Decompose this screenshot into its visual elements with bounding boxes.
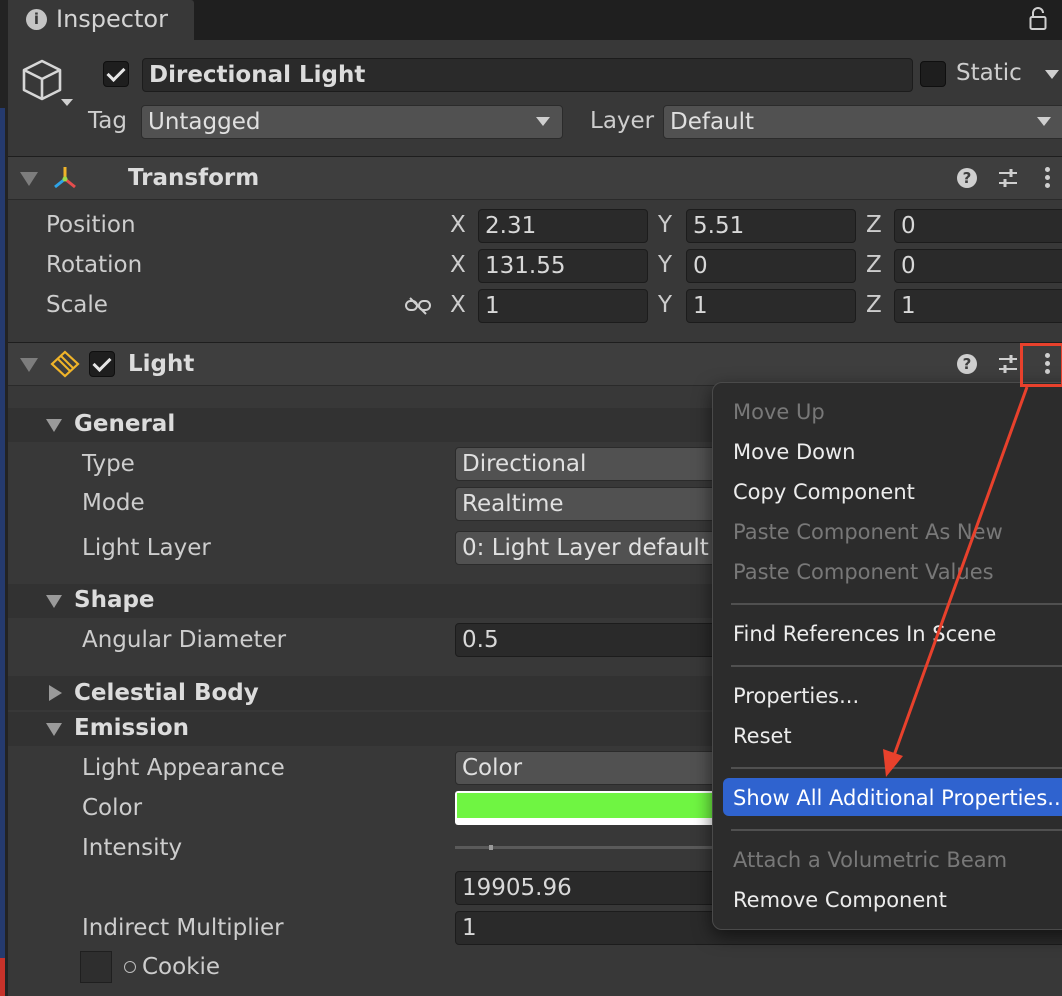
object-picker-icon[interactable] [124, 961, 136, 973]
rotation-x-field[interactable]: 131.55 [478, 249, 648, 283]
tag-value: Untagged [148, 109, 261, 135]
transform-presets-icon[interactable] [997, 166, 1019, 190]
intensity-slider-handle[interactable] [489, 845, 493, 850]
tag-dropdown[interactable]: Untagged [141, 105, 563, 139]
position-y-axis: Y [658, 212, 673, 238]
scale-label: Scale [46, 292, 108, 318]
annotation-arrow [883, 386, 1029, 777]
shape-foldout-arrow[interactable] [46, 595, 62, 608]
scale-y-field[interactable]: 1 [686, 289, 856, 323]
position-x-field[interactable]: 2.31 [478, 209, 648, 243]
intensity-label: Intensity [82, 835, 183, 861]
tag-dropdown-caret [536, 117, 550, 126]
transform-help-icon[interactable]: ? [957, 168, 977, 188]
scale-z-axis: Z [866, 292, 882, 318]
rotation-z-axis: Z [866, 252, 882, 278]
light-appearance-label: Light Appearance [82, 755, 285, 781]
annotation-highlight-box [1020, 343, 1062, 387]
static-dropdown-caret[interactable] [1045, 70, 1059, 79]
menu-remove-component[interactable]: Remove Component [733, 888, 947, 912]
transform-kebab-icon[interactable] [1045, 167, 1051, 191]
emission-title: Emission [74, 715, 189, 741]
position-label: Position [46, 212, 136, 238]
celestial-foldout-arrow[interactable] [49, 685, 62, 701]
static-label: Static [956, 60, 1022, 86]
menu-attach-volumetric-beam: Attach a Volumetric Beam [733, 848, 1008, 872]
constrain-proportions-icon[interactable] [404, 296, 432, 316]
gameobject-active-checkbox[interactable] [103, 61, 129, 87]
transform-foldout-arrow[interactable] [20, 172, 38, 186]
light-layer-label: Light Layer [82, 535, 211, 561]
transform-title: Transform [128, 165, 260, 191]
light-title: Light [128, 351, 195, 377]
menu-reset[interactable]: Reset [733, 724, 792, 748]
menu-move-up: Move Up [733, 400, 825, 424]
layer-value: Default [670, 109, 755, 135]
rotation-label: Rotation [46, 252, 143, 278]
position-x-axis: X [450, 212, 466, 238]
menu-show-all-additional-properties[interactable]: Show All Additional Properties... [733, 786, 1062, 810]
light-foldout-arrow[interactable] [20, 358, 38, 372]
menu-move-down[interactable]: Move Down [733, 440, 856, 464]
layer-dropdown[interactable]: Default [663, 105, 1062, 139]
menu-properties[interactable]: Properties... [733, 684, 859, 708]
light-appearance-value: Color [462, 755, 523, 781]
scale-x-axis: X [450, 292, 466, 318]
scale-z-field[interactable]: 1 [894, 289, 1062, 323]
rotation-x-axis: X [450, 252, 466, 278]
layer-dropdown-caret [1037, 117, 1051, 126]
position-z-field[interactable]: 0 [894, 209, 1062, 243]
light-help-icon[interactable]: ? [957, 354, 977, 374]
angular-diameter-label: Angular Diameter [82, 627, 287, 653]
type-label: Type [82, 451, 135, 477]
general-foldout-arrow[interactable] [46, 419, 62, 432]
tab-inspector-label: Inspector [56, 5, 168, 33]
scale-x-field[interactable]: 1 [478, 289, 648, 323]
position-y-field[interactable]: 5.51 [686, 209, 856, 243]
indirect-multiplier-label: Indirect Multiplier [82, 915, 284, 941]
celestial-title: Celestial Body [74, 680, 259, 706]
shape-title: Shape [74, 587, 155, 613]
mode-value: Realtime [462, 491, 564, 517]
transform-icon [54, 167, 76, 189]
light-enabled-checkbox[interactable] [89, 351, 115, 377]
lock-icon[interactable] [1029, 6, 1047, 32]
color-label: Color [82, 795, 143, 821]
left-edge-marker [0, 958, 5, 996]
left-edge [0, 0, 8, 996]
layer-label: Layer [590, 108, 655, 134]
info-icon: i [26, 9, 47, 30]
emission-foldout-arrow[interactable] [46, 723, 62, 736]
static-checkbox[interactable] [920, 61, 946, 87]
left-edge-accent [0, 108, 5, 958]
cookie-label: Cookie [142, 954, 221, 980]
tag-label: Tag [88, 108, 127, 134]
light-layer-value: 0: Light Layer default [462, 535, 709, 561]
position-z-axis: Z [866, 212, 882, 238]
mode-label: Mode [82, 490, 145, 516]
light-presets-icon[interactable] [997, 352, 1019, 376]
type-value: Directional [462, 451, 587, 477]
light-icon [50, 350, 80, 378]
rotation-y-field[interactable]: 0 [686, 249, 856, 283]
gameobject-name-field[interactable]: Directional Light [142, 58, 913, 92]
menu-separator [731, 829, 1062, 831]
cookie-texture-slot[interactable] [80, 951, 112, 983]
scale-y-axis: Y [658, 292, 673, 318]
rotation-z-field[interactable]: 0 [894, 249, 1062, 283]
gameobject-cube-icon[interactable] [20, 57, 66, 105]
rotation-y-axis: Y [658, 252, 673, 278]
general-title: General [74, 411, 176, 437]
icon-dropdown-caret[interactable] [61, 99, 73, 106]
